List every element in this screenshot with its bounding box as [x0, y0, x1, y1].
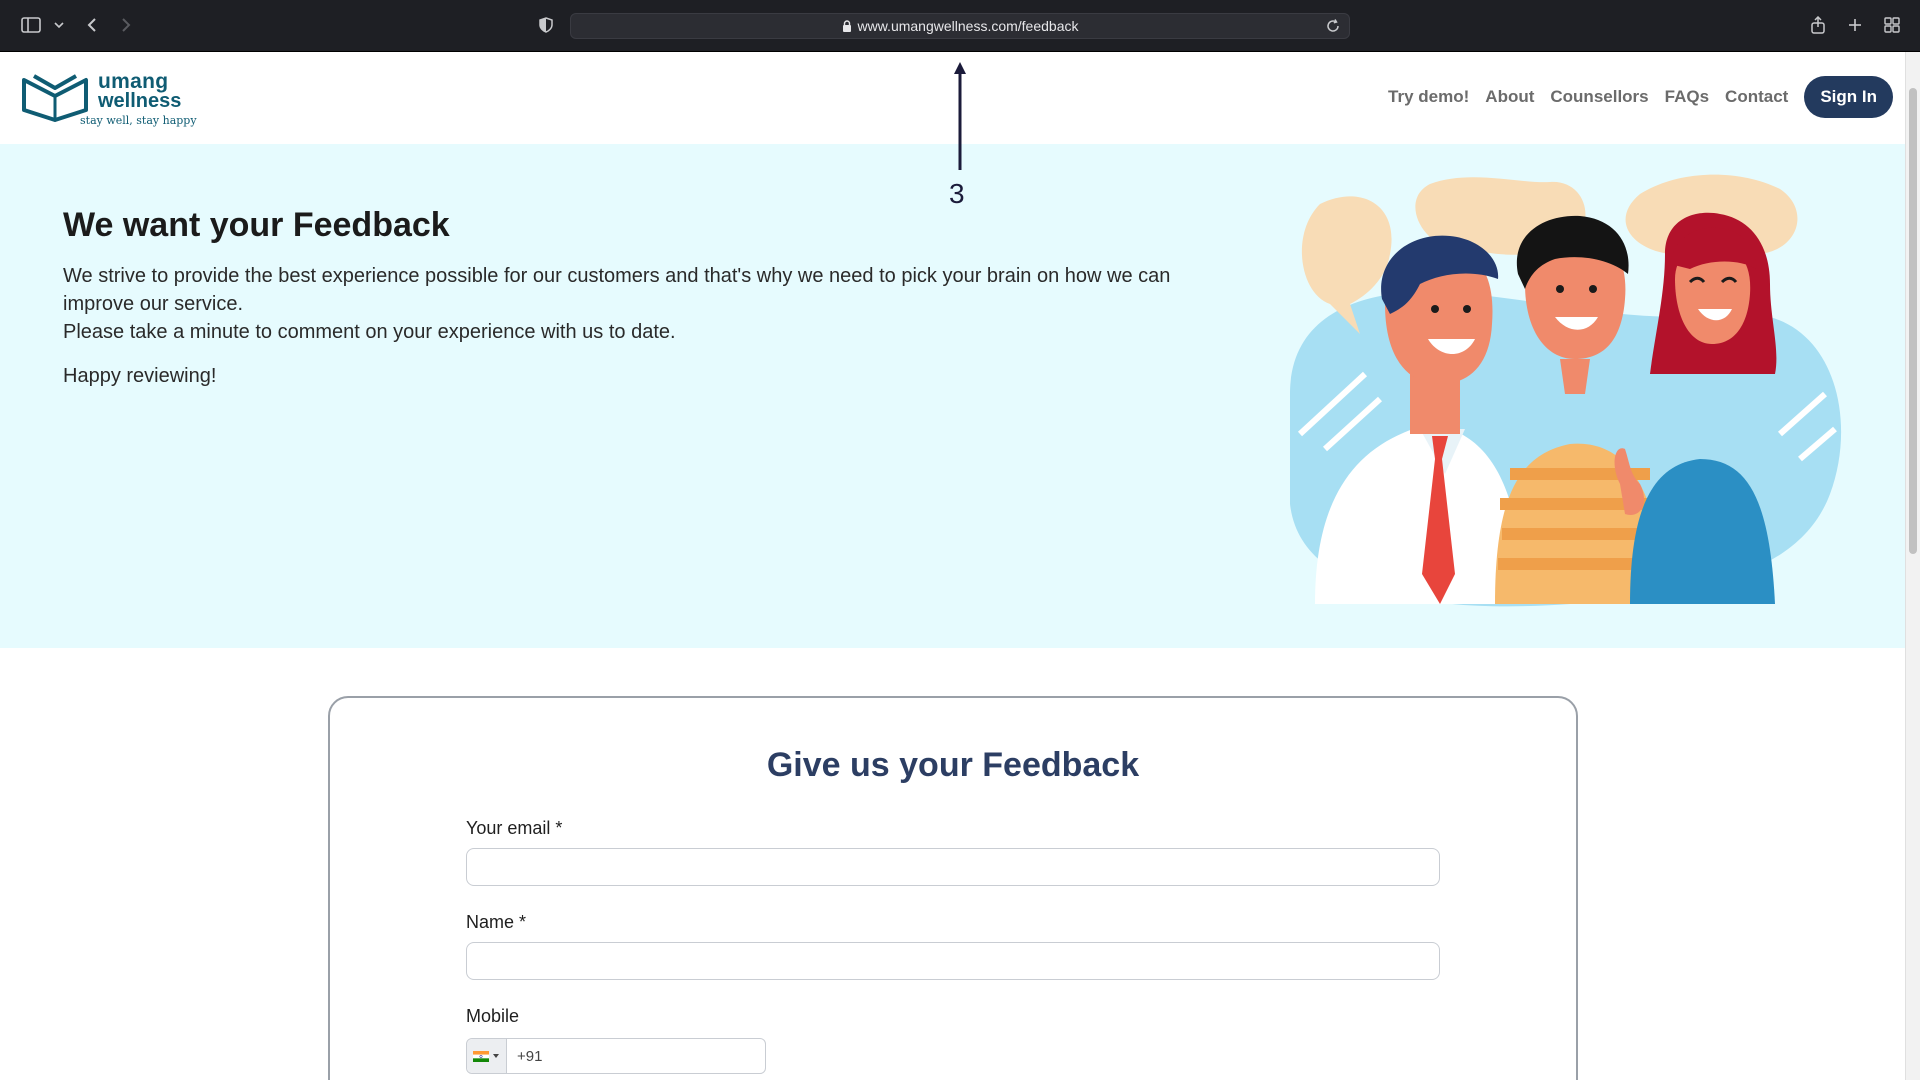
- hero-paragraph: We strive to provide the best experience…: [63, 262, 1233, 346]
- people-illustration: [1290, 174, 1842, 607]
- email-field[interactable]: [466, 848, 1440, 886]
- share-icon[interactable]: [1808, 14, 1828, 36]
- address-bar[interactable]: www.umangwellness.com/feedback: [570, 13, 1350, 39]
- chevron-down-icon[interactable]: [52, 14, 66, 36]
- reload-icon[interactable]: [1325, 18, 1341, 34]
- nav-faqs[interactable]: FAQs: [1665, 87, 1709, 107]
- hero-paragraph-line1: We strive to provide the best experience…: [63, 265, 1171, 315]
- url-text: www.umangwellness.com/feedback: [857, 18, 1079, 34]
- india-flag-icon: [473, 1050, 489, 1062]
- form-title: Give us your Feedback: [766, 746, 1140, 784]
- logo-brand-line2: wellness: [98, 90, 182, 112]
- logo[interactable]: umang wellness stay well, stay happy: [20, 70, 197, 130]
- forward-icon[interactable]: [116, 14, 136, 36]
- scrollbar-thumb[interactable]: [1909, 88, 1917, 554]
- up-arrow-icon: [954, 62, 966, 170]
- tab-overview-icon[interactable]: [1882, 14, 1902, 36]
- lock-icon: [842, 20, 852, 32]
- privacy-shield-icon[interactable]: [536, 14, 556, 36]
- email-label: Your email *: [466, 818, 563, 838]
- back-icon[interactable]: [82, 14, 102, 36]
- sign-in-button[interactable]: Sign In: [1804, 76, 1893, 118]
- chevron-down-icon: [493, 1054, 499, 1058]
- nav-counsellors[interactable]: Counsellors: [1550, 87, 1648, 107]
- annotation-marker: 3: [945, 60, 975, 210]
- sidebar-toggle-icon[interactable]: [20, 14, 42, 36]
- feedback-form-card: Give us your Feedback Your email * Name …: [328, 696, 1578, 1080]
- logo-tagline: stay well, stay happy: [80, 114, 197, 127]
- feedback-hero: We want your Feedback We strive to provi…: [0, 144, 1905, 648]
- name-label: Name *: [466, 912, 527, 932]
- page-scrollbar[interactable]: [1905, 52, 1920, 1080]
- country-selector[interactable]: [467, 1039, 507, 1073]
- browser-toolbar: www.umangwellness.com/feedback: [0, 0, 1920, 52]
- mobile-country-code: +91: [517, 1047, 543, 1065]
- hero-closing: Happy reviewing!: [63, 365, 217, 387]
- nav-contact[interactable]: Contact: [1725, 87, 1788, 107]
- new-tab-icon[interactable]: [1845, 14, 1865, 36]
- hero-title: We want your Feedback: [63, 206, 450, 244]
- main-nav: Try demo! About Counsellors FAQs Contact…: [1388, 76, 1893, 118]
- mobile-field[interactable]: +91: [466, 1038, 766, 1074]
- nav-try-demo[interactable]: Try demo!: [1388, 87, 1469, 107]
- nav-about[interactable]: About: [1485, 87, 1534, 107]
- mobile-label: Mobile: [466, 1006, 520, 1026]
- hero-paragraph-line2: Please take a minute to comment on your …: [63, 321, 676, 343]
- annotation-number: 3: [949, 178, 965, 209]
- name-field[interactable]: [466, 942, 1440, 980]
